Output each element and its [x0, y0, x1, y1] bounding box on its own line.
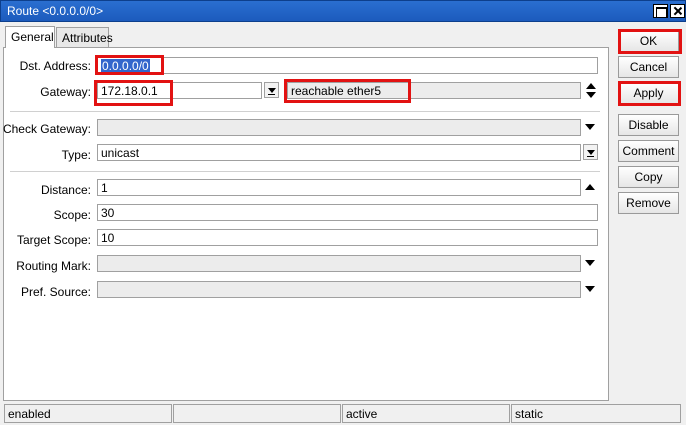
routing-mark-field[interactable]: [97, 255, 581, 272]
tab-attributes[interactable]: Attributes: [56, 27, 113, 47]
separator: [10, 171, 600, 172]
dst-address-field[interactable]: 0.0.0.0/0: [97, 57, 598, 74]
scope-field[interactable]: 30: [97, 204, 598, 221]
pref-source-field[interactable]: [97, 281, 581, 298]
ok-button[interactable]: OK: [618, 30, 679, 52]
status-active: active: [342, 404, 510, 423]
close-icon[interactable]: [670, 4, 685, 18]
title-bar[interactable]: Route <0.0.0.0/0>: [0, 0, 686, 22]
type-label: Type:: [61, 148, 91, 162]
target-scope-label: Target Scope:: [16, 233, 91, 247]
type-field[interactable]: unicast: [97, 144, 581, 161]
copy-button[interactable]: Copy: [618, 166, 679, 188]
separator: [10, 111, 600, 112]
distance-chevron-up-icon[interactable]: [585, 184, 595, 190]
target-scope-field[interactable]: 10: [97, 229, 598, 246]
general-panel: [3, 47, 609, 401]
gateway-label: Gateway:: [40, 85, 91, 99]
routing-mark-label: Routing Mark:: [16, 259, 91, 273]
dst-address-value: 0.0.0.0/0: [101, 59, 150, 73]
check-gateway-chevron-down-icon[interactable]: [585, 124, 595, 130]
pref-source-label: Pref. Source:: [20, 285, 91, 299]
gateway-remove-icon[interactable]: [586, 92, 596, 98]
distance-label: Distance:: [40, 183, 91, 197]
routing-mark-chevron-down-icon[interactable]: [585, 260, 595, 266]
comment-button[interactable]: Comment: [618, 140, 679, 162]
scope-label: Scope:: [53, 208, 91, 222]
dst-address-label: Dst. Address:: [19, 59, 91, 73]
gateway-add-icon[interactable]: [586, 83, 596, 89]
gateway-field[interactable]: 172.18.0.1: [97, 82, 262, 99]
status-enabled: enabled: [4, 404, 172, 423]
tab-general[interactable]: General: [5, 26, 55, 48]
cancel-button[interactable]: Cancel: [618, 56, 679, 78]
check-gateway-label: Check Gateway:: [2, 122, 91, 136]
type-dropdown-icon[interactable]: [583, 144, 598, 160]
gateway-status-field: reachable ether5: [287, 82, 581, 99]
status-static: static: [511, 404, 681, 423]
gateway-dropdown-icon[interactable]: [264, 82, 279, 98]
apply-button[interactable]: Apply: [618, 82, 679, 104]
distance-field[interactable]: 1: [97, 179, 581, 196]
disable-button[interactable]: Disable: [618, 114, 679, 136]
pref-source-chevron-down-icon[interactable]: [585, 286, 595, 292]
status-cell-empty: [173, 404, 341, 423]
remove-button[interactable]: Remove: [618, 192, 679, 214]
maximize-icon[interactable]: [653, 4, 668, 18]
check-gateway-field[interactable]: [97, 119, 581, 136]
window-title: Route <0.0.0.0/0>: [7, 4, 104, 18]
